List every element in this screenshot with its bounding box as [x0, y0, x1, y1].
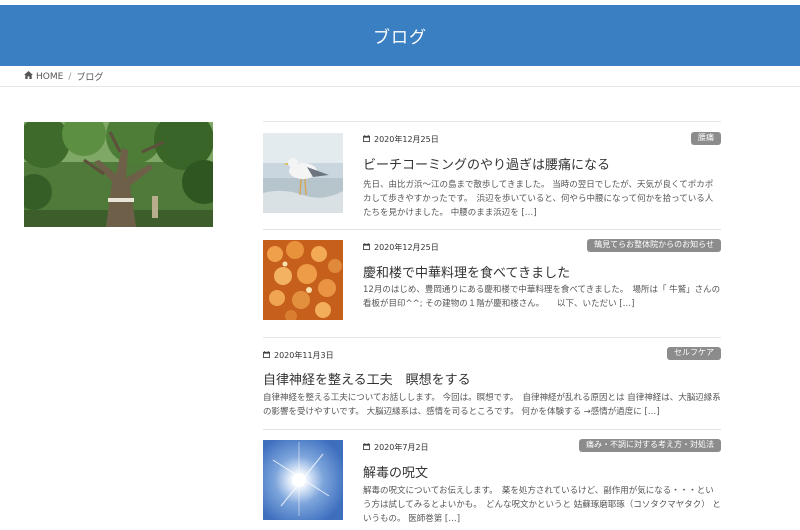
breadcrumb-divider [0, 86, 800, 87]
breadcrumb-current: ブログ [76, 73, 104, 83]
post-excerpt: 自律神経を整える工夫についてお話しします。 今回は。瞑想です。 自律神経が乱れる… [263, 393, 721, 417]
post-title[interactable]: 慶和楼で中華料理を食べてきました [363, 262, 570, 281]
site-header: ブログ [0, 5, 800, 66]
breadcrumb: HOME / ブログ [24, 70, 103, 83]
post-title[interactable]: 自律神経を整える工夫 瞑想をする [263, 369, 471, 388]
breadcrumb-separator: / [68, 71, 72, 82]
post-thumbnail-seagull[interactable] [263, 133, 343, 213]
category-badge[interactable]: 痛み・不調に対する考え方・対処法 [579, 439, 721, 452]
blog-post-card[interactable]: 2020年11月3日 セルフケア 自律神経を整える工夫 瞑想をする 自律神経を整… [263, 337, 721, 422]
blog-post-card[interactable]: 2020年12月25日 鵠見てらお整体院からのお知らせ 慶和楼で中華料理を食べて… [263, 229, 721, 329]
post-date-text: 2020年12月25日 [374, 135, 439, 144]
home-icon [24, 71, 33, 82]
category-badge[interactable]: セルフケア [667, 347, 721, 360]
post-date-text: 2020年11月3日 [274, 351, 334, 360]
post-date: 2020年11月3日 [263, 350, 334, 361]
calendar-icon [363, 243, 370, 252]
post-excerpt: 12月のはじめ、豊岡通りにある慶和楼で中華料理を食べてきました。 場所は「 牛鷲… [363, 285, 721, 309]
blog-post-card[interactable]: 2020年12月25日 腰痛 ビーチコーミングのやり過ぎは腰痛になる 先日、由比… [263, 121, 721, 221]
post-excerpt: 解毒の呪文についてお伝えします。 薬を処方されているけど、副作用が気になる・・・… [363, 486, 721, 524]
post-title[interactable]: 解毒の呪文 [363, 462, 428, 481]
sidebar-tree-image[interactable] [24, 122, 213, 227]
post-title[interactable]: ビーチコーミングのやり過ぎは腰痛になる [363, 154, 610, 173]
post-date-text: 2020年12月25日 [374, 243, 439, 252]
calendar-icon [263, 351, 270, 360]
post-date: 2020年12月25日 [363, 134, 439, 145]
post-thumbnail-sun[interactable] [263, 440, 343, 520]
post-thumbnail-chinese-food[interactable] [263, 240, 343, 320]
blog-post-card[interactable]: 2020年7月2日 痛み・不調に対する考え方・対処法 解毒の呪文 解毒の呪文につ… [263, 429, 721, 530]
post-excerpt: 先日、由比ガ浜～江の島まで散歩してきました。 当時の翌日でしたが、天気が良くてポ… [363, 180, 714, 218]
post-date: 2020年7月2日 [363, 442, 429, 453]
post-date-text: 2020年7月2日 [374, 443, 429, 452]
page-title: ブログ [373, 28, 427, 48]
breadcrumb-home-link[interactable]: HOME [36, 72, 63, 82]
calendar-icon [363, 443, 370, 452]
category-badge[interactable]: 鵠見てらお整体院からのお知らせ [587, 239, 721, 252]
post-date: 2020年12月25日 [363, 242, 439, 253]
category-badge[interactable]: 腰痛 [691, 132, 721, 145]
calendar-icon [363, 135, 370, 144]
